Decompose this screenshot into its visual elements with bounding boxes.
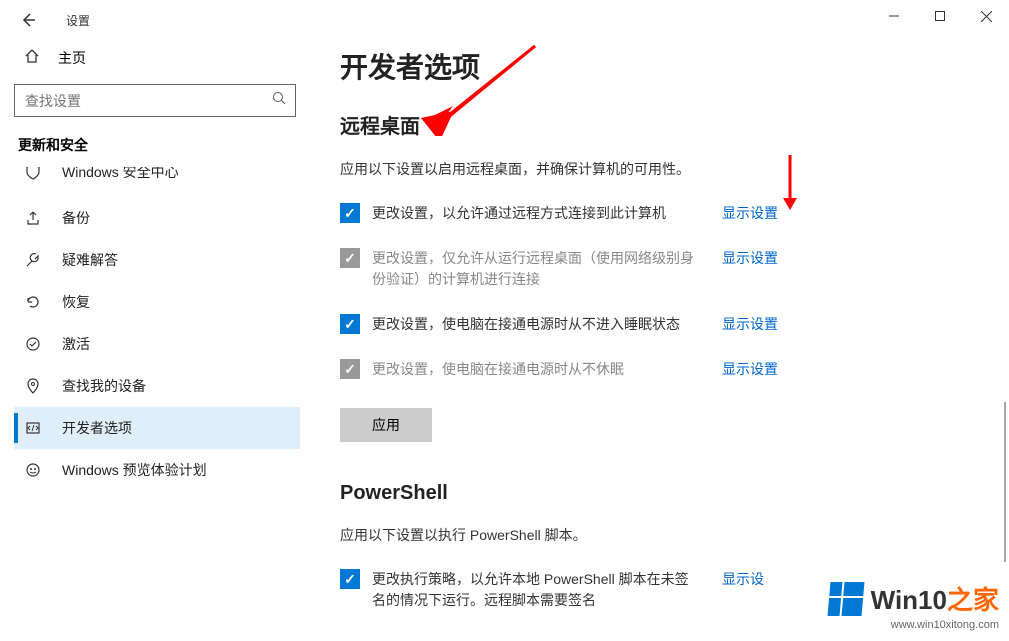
sidebar: 主页 更新和安全 Windows 安全中心 备份 疑难解答 恢复: [0, 40, 310, 641]
home-icon: [24, 48, 42, 69]
nav-label: Windows 安全中心: [62, 167, 179, 182]
section-desc-powershell: 应用以下设置以执行 PowerShell 脚本。: [340, 525, 989, 545]
sidebar-item-security[interactable]: Windows 安全中心: [14, 167, 300, 197]
sidebar-item-find-device[interactable]: 查找我的设备: [14, 365, 300, 407]
section-title-remote: 远程桌面: [340, 110, 989, 139]
sidebar-item-insider[interactable]: Windows 预览体验计划: [14, 449, 300, 491]
nav-label: 开发者选项: [62, 418, 132, 438]
setting-text: 更改设置，使电脑在接通电源时从不进入睡眠状态: [372, 314, 702, 335]
main-content: 开发者选项 远程桌面 应用以下设置以启用远程桌面，并确保计算机的可用性。 更改设…: [310, 40, 1009, 641]
windows-logo-icon: [827, 582, 864, 616]
back-button[interactable]: [18, 10, 38, 30]
sidebar-section-title: 更新和安全: [14, 135, 300, 155]
nav-label: 恢复: [62, 292, 90, 312]
nav-label: 查找我的设备: [62, 376, 146, 396]
recovery-icon: [24, 294, 42, 310]
setting-text: 更改设置，以允许通过远程方式连接到此计算机: [372, 203, 702, 224]
setting-text: 更改设置，使电脑在接通电源时从不休眠: [372, 359, 702, 380]
search-input[interactable]: [25, 93, 272, 109]
sidebar-item-troubleshoot[interactable]: 疑难解答: [14, 239, 300, 281]
app-title: 设置: [66, 12, 90, 29]
checkbox[interactable]: [340, 314, 360, 334]
checkbox[interactable]: [340, 203, 360, 223]
show-settings-link[interactable]: 显示设置: [722, 203, 778, 223]
sidebar-item-activation[interactable]: 激活: [14, 323, 300, 365]
checkbox: [340, 359, 360, 379]
sidebar-item-developer[interactable]: 开发者选项: [14, 407, 300, 449]
setting-row: 更改设置，以允许通过远程方式连接到此计算机 显示设置: [340, 203, 989, 224]
setting-text: 更改设置，仅允许从运行远程桌面（使用网络级别身份验证）的计算机进行连接: [372, 248, 702, 290]
activation-icon: [24, 336, 42, 352]
close-button[interactable]: [963, 0, 1009, 32]
setting-text: 更改执行策略，以允许本地 PowerShell 脚本在未签名的情况下运行。远程脚…: [372, 569, 702, 611]
search-box[interactable]: [14, 84, 296, 117]
nav-label: 激活: [62, 334, 90, 354]
section-title-powershell: PowerShell: [340, 482, 989, 505]
home-label: 主页: [58, 48, 86, 68]
find-device-icon: [24, 378, 42, 394]
sidebar-item-recovery[interactable]: 恢复: [14, 281, 300, 323]
setting-row: 更改设置，使电脑在接通电源时从不进入睡眠状态 显示设置: [340, 314, 989, 335]
section-desc-remote: 应用以下设置以启用远程桌面，并确保计算机的可用性。: [340, 159, 989, 179]
nav-label: 备份: [62, 208, 90, 228]
window-controls: [871, 0, 1009, 32]
minimize-button[interactable]: [871, 0, 917, 32]
show-settings-link[interactable]: 显示设置: [722, 248, 778, 268]
show-settings-link[interactable]: 显示设: [722, 569, 764, 589]
sidebar-item-backup[interactable]: 备份: [14, 197, 300, 239]
watermark: Win10之家 www.win10xitong.com: [829, 580, 999, 631]
nav-label: 疑难解答: [62, 250, 118, 270]
troubleshoot-icon: [24, 252, 42, 268]
checkbox: [340, 248, 360, 268]
maximize-button[interactable]: [917, 0, 963, 32]
scrollbar[interactable]: [1004, 402, 1006, 562]
apply-button[interactable]: 应用: [340, 408, 432, 442]
shield-icon: [24, 167, 42, 180]
page-title: 开发者选项: [340, 46, 989, 86]
setting-row: 更改设置，使电脑在接通电源时从不休眠 显示设置: [340, 359, 989, 380]
nav-label: Windows 预览体验计划: [62, 460, 207, 480]
watermark-url: www.win10xitong.com: [829, 619, 999, 631]
setting-row: 更改设置，仅允许从运行远程桌面（使用网络级别身份验证）的计算机进行连接 显示设置: [340, 248, 989, 290]
insider-icon: [24, 462, 42, 478]
backup-icon: [24, 210, 42, 226]
show-settings-link[interactable]: 显示设置: [722, 359, 778, 379]
search-icon: [272, 91, 287, 111]
checkbox[interactable]: [340, 569, 360, 589]
show-settings-link[interactable]: 显示设置: [722, 314, 778, 334]
home-link[interactable]: 主页: [14, 40, 300, 76]
developer-icon: [24, 420, 42, 436]
nav-list: Windows 安全中心 备份 疑难解答 恢复 激活 查找我的设备: [14, 167, 300, 491]
watermark-brand: Win10之家: [871, 580, 999, 617]
